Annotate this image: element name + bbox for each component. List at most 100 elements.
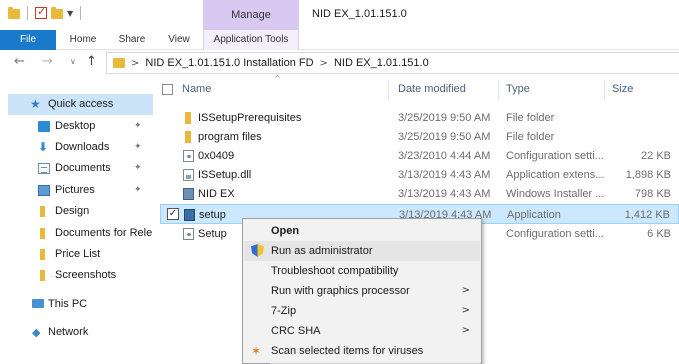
column-header-size[interactable]: Size bbox=[612, 83, 633, 95]
sort-ascending-icon: ^ bbox=[274, 74, 281, 83]
title-bar: ▼ Manage NID EX_1.01.151.0 bbox=[0, 0, 679, 30]
nav-item-label: Documents bbox=[55, 162, 111, 174]
nav-item-documents[interactable]: Documents ✦ bbox=[0, 158, 156, 179]
tab-application-tools[interactable]: Application Tools bbox=[203, 30, 299, 50]
file-type: File folder bbox=[506, 112, 555, 124]
folder-icon bbox=[40, 249, 45, 260]
breadcrumb-separator[interactable]: > bbox=[131, 58, 139, 69]
column-header-type[interactable]: Type bbox=[506, 83, 530, 95]
recent-locations-chevron-icon[interactable]: ∨ bbox=[70, 57, 76, 66]
manage-contextual-tab[interactable]: Manage bbox=[203, 0, 299, 30]
new-folder-icon[interactable] bbox=[51, 7, 63, 19]
column-divider[interactable] bbox=[498, 80, 499, 100]
column-headers: Name ^ Date modified Type Size bbox=[160, 74, 679, 102]
file-row[interactable]: 0x0409 3/23/2010 4:44 AM Configuration s… bbox=[160, 146, 679, 166]
menu-item-open[interactable]: Open bbox=[244, 221, 480, 241]
nav-item-label: This PC bbox=[48, 298, 88, 310]
menu-item-label: Run as administrator bbox=[271, 245, 373, 257]
menu-item-run-with-graphics-processor[interactable]: Run with graphics processor > bbox=[244, 281, 480, 301]
pin-icon[interactable]: ✦ bbox=[134, 180, 142, 201]
select-all-checkbox[interactable] bbox=[162, 84, 173, 95]
nav-item-label: Design bbox=[55, 205, 90, 217]
file-type: Application extens... bbox=[506, 169, 604, 181]
column-divider[interactable] bbox=[604, 80, 605, 100]
menu-item-troubleshoot-compatibility[interactable]: Troubleshoot compatibility bbox=[244, 261, 480, 281]
forward-arrow-icon[interactable]: → bbox=[42, 54, 53, 69]
pin-icon[interactable]: ✦ bbox=[134, 158, 142, 179]
folder-icon[interactable] bbox=[8, 7, 20, 19]
folder-icon bbox=[185, 112, 191, 124]
menu-item-7-zip[interactable]: 7-Zip > bbox=[244, 301, 480, 321]
context-menu: Open Run as administrator Troubleshoot c… bbox=[242, 218, 482, 364]
nav-item-label: Pictures bbox=[55, 184, 95, 196]
nav-item-this-pc[interactable]: This PC bbox=[0, 294, 156, 315]
antivirus-scan-icon: ✶ bbox=[251, 344, 262, 358]
menu-item-crc-sha[interactable]: CRC SHA > bbox=[244, 321, 480, 341]
column-header-name[interactable]: Name bbox=[182, 83, 211, 95]
folder-icon bbox=[40, 270, 45, 281]
submenu-arrow-icon: > bbox=[461, 285, 470, 296]
nav-item-label: Network bbox=[48, 326, 89, 338]
submenu-arrow-icon: > bbox=[461, 325, 470, 336]
menu-item-label: Scan selected items for viruses bbox=[271, 345, 424, 357]
properties-icon[interactable] bbox=[35, 5, 47, 19]
menu-item-label: Run with graphics processor bbox=[271, 285, 410, 297]
folder-icon bbox=[113, 58, 125, 68]
nav-item-network[interactable]: ◆ Network bbox=[0, 322, 156, 343]
tab-view[interactable]: View bbox=[158, 30, 200, 50]
nav-item-pictures[interactable]: Pictures ✦ bbox=[0, 180, 156, 201]
computer-icon bbox=[32, 299, 44, 308]
file-date: 3/23/2010 4:44 AM bbox=[398, 150, 491, 162]
tab-share[interactable]: Share bbox=[110, 30, 154, 50]
folder-icon bbox=[40, 206, 45, 217]
up-arrow-icon[interactable]: ↑ bbox=[86, 54, 97, 69]
breadcrumb-separator[interactable]: > bbox=[320, 58, 328, 69]
nav-item-downloads[interactable]: ⬇ Downloads ✦ bbox=[0, 137, 156, 158]
nav-item-screenshots[interactable]: Screenshots bbox=[0, 265, 156, 286]
file-name: 0x0409 bbox=[198, 150, 235, 162]
menu-item-run-as-administrator[interactable]: Run as administrator bbox=[244, 241, 480, 261]
menu-item-scan-for-viruses[interactable]: ✶ Scan selected items for viruses bbox=[244, 341, 480, 361]
toolbar-divider bbox=[27, 6, 28, 20]
nav-item-price-list[interactable]: Price List bbox=[0, 244, 156, 265]
tab-home[interactable]: Home bbox=[60, 30, 106, 50]
file-name: Setup bbox=[198, 228, 227, 240]
file-row[interactable]: ISSetupPrerequisites 3/25/2019 9:50 AM F… bbox=[160, 108, 679, 128]
breadcrumb-item[interactable]: NID EX_1.01.151.0 bbox=[334, 57, 429, 69]
back-arrow-icon[interactable]: ← bbox=[14, 54, 25, 69]
column-divider[interactable] bbox=[388, 80, 389, 100]
menu-item-label: 7-Zip bbox=[271, 305, 297, 317]
tab-file[interactable]: File bbox=[0, 30, 56, 50]
network-icon: ◆ bbox=[32, 326, 41, 339]
file-date: 3/13/2019 4:43 AM bbox=[398, 169, 491, 181]
menu-item-label: Troubleshoot compatibility bbox=[271, 265, 399, 277]
nav-item-documents-for-release[interactable]: Documents for Rele bbox=[0, 223, 156, 244]
submenu-arrow-icon: > bbox=[461, 305, 470, 316]
row-checkbox[interactable]: ✓ bbox=[167, 208, 179, 220]
documents-icon bbox=[38, 163, 50, 174]
file-type: Configuration setti... bbox=[506, 150, 604, 162]
breadcrumb-item[interactable]: NID EX_1.01.151.0 Installation FD bbox=[145, 57, 313, 69]
column-header-date[interactable]: Date modified bbox=[398, 83, 466, 95]
nav-item-label: Screenshots bbox=[55, 269, 117, 281]
file-row[interactable]: NID EX 3/13/2019 4:43 AM Windows Install… bbox=[160, 184, 679, 204]
pin-icon[interactable]: ✦ bbox=[134, 137, 142, 158]
navigation-pane: ★ Quick access Desktop ✦ ⬇ Downloads ✦ D… bbox=[0, 86, 156, 364]
file-row[interactable]: program files 3/25/2019 9:50 AM File fol… bbox=[160, 127, 679, 147]
nav-item-desktop[interactable]: Desktop ✦ bbox=[0, 116, 156, 137]
nav-item-label: Documents for Rele bbox=[55, 227, 153, 239]
address-bar[interactable]: > NID EX_1.01.151.0 Installation FD > NI… bbox=[106, 52, 679, 74]
ribbon-tabs: File Home Share View Application Tools bbox=[0, 30, 679, 50]
file-size: 798 KB bbox=[634, 188, 671, 200]
nav-item-quick-access[interactable]: ★ Quick access bbox=[8, 94, 153, 115]
customize-toolbar-chevron-icon[interactable]: ▼ bbox=[67, 9, 73, 18]
file-row[interactable]: ISSetup.dll 3/13/2019 4:43 AM Applicatio… bbox=[160, 165, 679, 185]
pin-icon[interactable]: ✦ bbox=[134, 116, 142, 137]
uac-shield-icon bbox=[251, 244, 264, 257]
file-type: Windows Installer ... bbox=[506, 188, 604, 200]
nav-item-label: Price List bbox=[55, 248, 101, 260]
nav-item-label: Downloads bbox=[55, 141, 110, 153]
file-type: Application bbox=[507, 209, 561, 221]
installer-icon bbox=[183, 188, 194, 200]
nav-item-design[interactable]: Design bbox=[0, 201, 156, 222]
